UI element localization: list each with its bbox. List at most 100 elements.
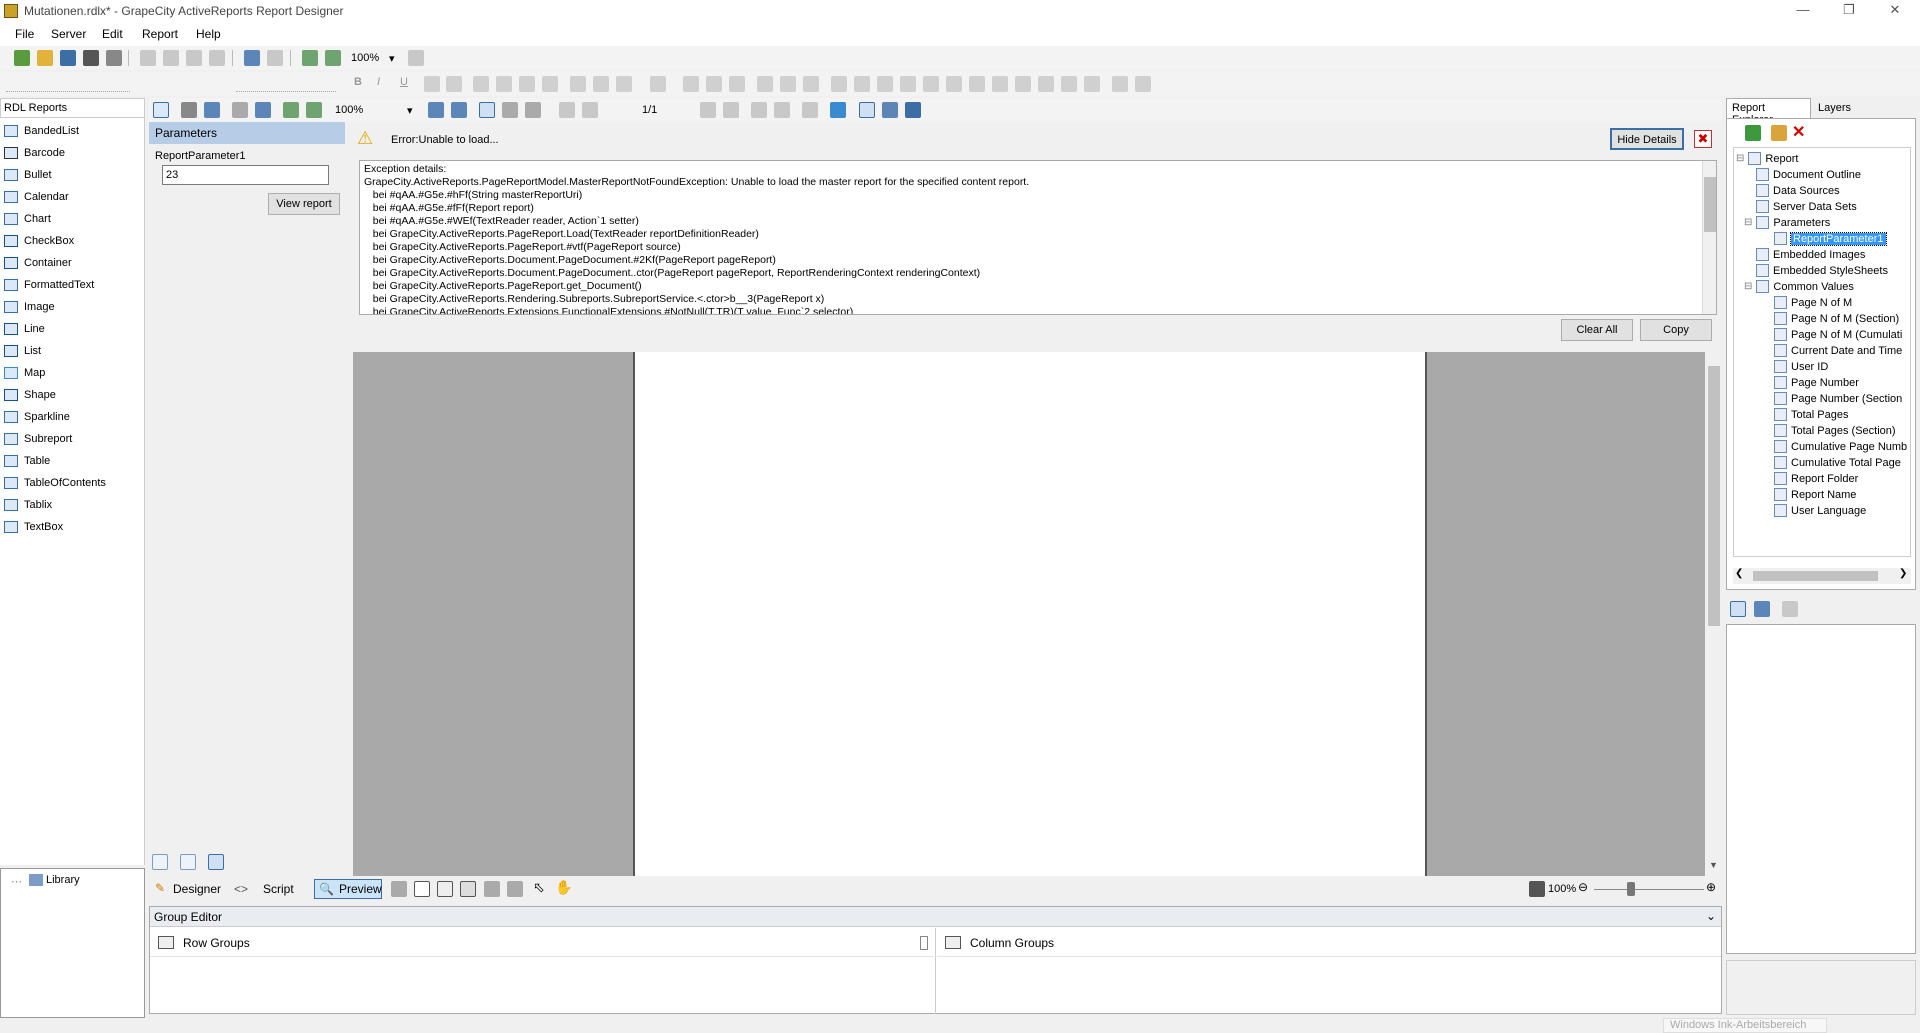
pan-hand-icon[interactable] <box>859 102 875 118</box>
align-right-icon[interactable] <box>519 76 535 92</box>
justify-icon[interactable] <box>542 76 558 92</box>
dimension-lines-icon[interactable] <box>414 881 430 897</box>
toolbox-item[interactable]: Tablix <box>4 496 52 514</box>
tab-designer[interactable]: Designer <box>173 882 221 896</box>
menu-help[interactable]: Help <box>196 27 221 41</box>
tab-layers[interactable]: Layers <box>1814 100 1854 118</box>
same-width-icon[interactable] <box>831 76 847 92</box>
tree-node[interactable]: User Language <box>1774 504 1866 517</box>
redo-icon[interactable] <box>267 50 283 66</box>
remove-v-spacing-icon[interactable] <box>1084 76 1100 92</box>
fit-page-icon[interactable] <box>451 102 467 118</box>
font-name-select[interactable] <box>6 76 130 92</box>
font-color-icon[interactable] <box>424 76 440 92</box>
tab-preview[interactable]: 🔍 Preview <box>314 879 382 899</box>
align-middles-icon[interactable] <box>780 76 796 92</box>
italic-button[interactable]: I <box>377 76 380 88</box>
add-icon[interactable] <box>1745 125 1761 141</box>
cut-icon[interactable] <box>140 50 156 66</box>
back-icon[interactable] <box>751 102 767 118</box>
grid-icon[interactable] <box>437 881 453 897</box>
tree-expander[interactable]: ⋯ <box>11 875 22 888</box>
indent-icon[interactable] <box>616 76 632 92</box>
previous-page-icon[interactable] <box>582 102 598 118</box>
scroll-down-icon[interactable]: ▼ <box>1709 860 1718 870</box>
scrollbar-thumb[interactable] <box>1753 571 1878 581</box>
chevron-down-icon[interactable]: ▾ <box>389 52 395 65</box>
align-bottoms-icon[interactable] <box>803 76 819 92</box>
refresh-icon[interactable] <box>830 102 846 118</box>
layout-view-icon[interactable] <box>391 881 407 897</box>
v-spacing-icon[interactable] <box>923 76 939 92</box>
next-page-icon[interactable] <box>700 102 716 118</box>
toolbox-item[interactable]: Sparkline <box>4 408 70 426</box>
property-pages-icon[interactable] <box>1782 601 1798 617</box>
exception-details-text[interactable]: Exception details: GrapeCity.ActiveRepor… <box>359 160 1717 315</box>
zoom-plus-icon[interactable]: ⊕ <box>1706 880 1716 894</box>
preview-scrollbar[interactable]: ▼ <box>1706 352 1722 876</box>
collapse-chevron-icon[interactable]: ⌄ <box>1706 909 1716 923</box>
new-report-icon[interactable] <box>14 50 30 66</box>
stop-icon[interactable] <box>802 102 818 118</box>
tree-node[interactable]: ReportParameter1 <box>1774 231 1887 246</box>
copy-icon[interactable] <box>163 50 179 66</box>
tree-horizontal-scrollbar[interactable]: ❮ ❯ <box>1733 568 1911 584</box>
bold-button[interactable]: B <box>354 76 362 88</box>
tab-report-explorer[interactable]: Report Explorer <box>1726 98 1811 126</box>
scroll-left-icon[interactable]: ❮ <box>1735 568 1743 579</box>
continuous-page-icon[interactable] <box>502 102 518 118</box>
tree-node[interactable]: Page N of M (Section) <box>1774 312 1899 325</box>
save-icon[interactable] <box>60 50 76 66</box>
tree-node[interactable]: Page Number <box>1774 376 1859 389</box>
close-window-button[interactable]: ✕ <box>1872 0 1918 22</box>
snap-lines-icon[interactable] <box>484 881 500 897</box>
toolbox-item[interactable]: Map <box>4 364 45 382</box>
align-centers-icon[interactable] <box>706 76 722 92</box>
tree-node[interactable]: User ID <box>1774 360 1828 373</box>
align-lefts-icon[interactable] <box>683 76 699 92</box>
scrollbar-thumb[interactable] <box>1708 366 1720 626</box>
pointer-icon[interactable]: ⬁ <box>533 879 545 896</box>
toolbox-item[interactable]: Table <box>4 452 50 470</box>
details-scrollbar[interactable] <box>1702 161 1716 314</box>
snapshot-icon[interactable] <box>905 102 921 118</box>
zoom-in-preview-icon[interactable] <box>306 102 322 118</box>
menu-file[interactable]: File <box>15 27 34 41</box>
minimize-button[interactable]: — <box>1780 0 1826 22</box>
menu-report[interactable]: Report <box>142 27 178 41</box>
toolbox-header[interactable]: RDL Reports <box>0 98 145 118</box>
zoom-slider[interactable] <box>1594 889 1704 890</box>
tree-node[interactable]: Total Pages <box>1774 408 1848 421</box>
toolbox-item[interactable]: Line <box>4 320 45 338</box>
zoom-in-icon[interactable] <box>302 50 318 66</box>
tree-node[interactable]: ⊟ Parameters <box>1744 216 1830 229</box>
same-height-icon[interactable] <box>854 76 870 92</box>
toolbox-item[interactable]: Shape <box>4 386 56 404</box>
zoom-out-icon[interactable] <box>325 50 341 66</box>
clear-all-button[interactable]: Clear All <box>1561 319 1633 341</box>
tree-node[interactable]: ⊟ Report <box>1736 152 1798 165</box>
layout-icon[interactable] <box>650 76 666 92</box>
tree-node[interactable]: Server Data Sets <box>1756 200 1857 213</box>
sort-alpha-icon[interactable] <box>1754 601 1770 617</box>
splitter-icon[interactable] <box>920 936 928 950</box>
preview-canvas[interactable] <box>353 352 1705 876</box>
galley-mode-icon[interactable] <box>204 102 220 118</box>
scroll-right-icon[interactable]: ❯ <box>1899 568 1907 579</box>
increase-v-spacing-icon[interactable] <box>1038 76 1054 92</box>
toolbox-item[interactable]: Container <box>4 254 72 272</box>
hide-details-button[interactable]: Hide Details <box>1610 128 1684 150</box>
toolbox-item[interactable]: List <box>4 342 41 360</box>
tree-node[interactable]: Embedded Images <box>1756 248 1865 261</box>
h-spacing-icon[interactable] <box>900 76 916 92</box>
remove-spacing-icon[interactable] <box>992 76 1008 92</box>
tree-node[interactable]: Cumulative Page Numb <box>1774 440 1907 453</box>
parameters-view-icon[interactable] <box>152 854 168 870</box>
undo-icon[interactable] <box>244 50 260 66</box>
align-tops-icon[interactable] <box>757 76 773 92</box>
decrease-spacing-icon[interactable] <box>969 76 985 92</box>
paste-icon[interactable] <box>186 50 202 66</box>
font-size-select[interactable] <box>236 76 336 92</box>
toggle-sidebar-icon[interactable] <box>153 102 169 118</box>
last-page-icon[interactable] <box>723 102 739 118</box>
